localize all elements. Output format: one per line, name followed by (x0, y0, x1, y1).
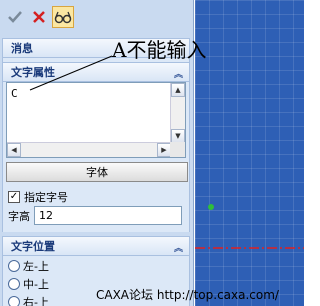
horizontal-scrollbar[interactable]: ◀ ▶ (7, 142, 171, 157)
panel-toolbar (4, 4, 190, 30)
text-position-section-header[interactable]: 文字位置 ︽ (2, 236, 190, 256)
specify-size-checkbox[interactable]: ✓ (8, 191, 20, 203)
text-position-section-title: 文字位置 (11, 240, 55, 253)
scroll-down-arrow-icon[interactable]: ▼ (171, 129, 185, 143)
position-option-left-top[interactable]: 左-上 (8, 258, 49, 274)
position-option-label: 右-上 (23, 296, 49, 306)
text-height-label: 字高 (8, 209, 30, 223)
collapse-chevron-icon[interactable]: ︽ (174, 67, 183, 80)
position-option-label: 中-上 (23, 278, 49, 291)
position-option-right-top[interactable]: 右-上 (8, 294, 49, 306)
preview-button[interactable] (52, 6, 74, 28)
specify-size-label: 指定字号 (24, 191, 68, 204)
scroll-up-arrow-icon[interactable]: ▲ (171, 83, 185, 97)
confirm-button[interactable] (4, 6, 26, 28)
text-height-row: 字高 12 (8, 206, 182, 225)
text-props-section-title: 文字属性 (11, 66, 55, 79)
text-props-section-header[interactable]: 文字属性 ︽ (2, 62, 190, 82)
vertical-scrollbar[interactable]: ▲ ▼ (170, 83, 185, 143)
font-button[interactable]: 字体 (6, 162, 188, 182)
message-section-title: 消息 (11, 42, 33, 55)
position-radio[interactable] (8, 296, 20, 306)
text-content-area[interactable]: C ▲ ▼ ◀ ▶ (6, 82, 186, 158)
position-option-label: 左-上 (23, 260, 49, 273)
text-height-input[interactable]: 12 (34, 206, 182, 225)
check-icon (8, 11, 22, 23)
annotation-text: A不能输入 (112, 38, 207, 62)
position-radio[interactable] (8, 260, 20, 272)
watermark-text: CAXA论坛 http://top.caxa.com/ (96, 288, 279, 302)
specify-size-option[interactable]: ✓ 指定字号 (8, 189, 68, 205)
cancel-button[interactable] (28, 6, 50, 28)
canvas-overlay (195, 204, 304, 249)
text-content-value: C (11, 87, 18, 100)
scroll-left-arrow-icon[interactable]: ◀ (7, 143, 21, 157)
position-radio[interactable] (8, 278, 20, 290)
scroll-right-arrow-icon[interactable]: ▶ (157, 143, 171, 157)
close-icon (33, 11, 45, 23)
position-option-center-top[interactable]: 中-上 (8, 276, 49, 292)
collapse-chevron-icon[interactable]: ︽ (174, 241, 183, 254)
scroll-corner (170, 142, 185, 157)
drawing-canvas[interactable] (195, 0, 304, 306)
glasses-icon (54, 11, 72, 24)
point-marker (208, 204, 214, 210)
